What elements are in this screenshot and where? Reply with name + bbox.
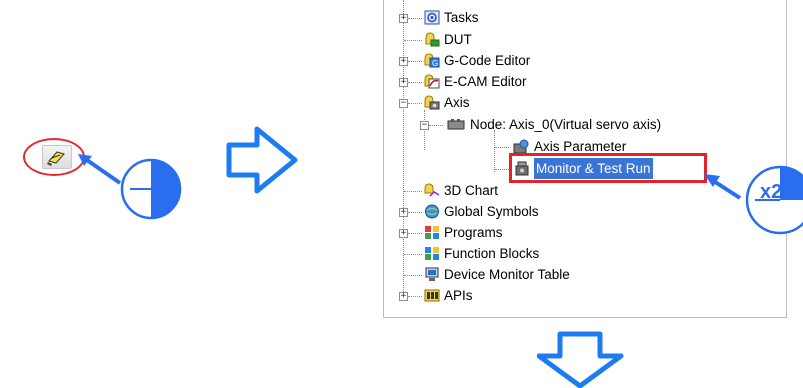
3d-chart-icon bbox=[424, 183, 440, 197]
tree-item-e-cam-editor[interactable]: + E-CAM Editor bbox=[384, 71, 784, 92]
collapse-toggle[interactable]: − bbox=[399, 99, 408, 108]
tree-item-label: APIs bbox=[444, 288, 473, 303]
axis-parameter-icon bbox=[513, 139, 529, 154]
ecam-editor-icon bbox=[424, 74, 440, 89]
tree-item-tasks[interactable]: + Tasks bbox=[384, 7, 784, 28]
tree-item-g-code-editor[interactable]: + G G-Code Editor bbox=[384, 50, 784, 71]
collapse-toggle[interactable]: − bbox=[420, 121, 429, 130]
tree-item-label: 3D Chart bbox=[444, 183, 499, 198]
tree-item-dut[interactable]: DUT bbox=[384, 29, 784, 50]
highlight-rectangle bbox=[509, 153, 707, 183]
tree-item-label: G-Code Editor bbox=[444, 53, 531, 68]
tree-item-node[interactable]: − Node: Axis_0(Virtual servo axis) bbox=[384, 114, 784, 135]
double-click-label: x2 bbox=[760, 181, 782, 203]
tasks-icon bbox=[424, 10, 440, 25]
right-arrow-icon bbox=[226, 126, 298, 194]
tree-item-apis[interactable]: + APIs bbox=[384, 285, 784, 306]
tree-item-label: Device Monitor Table bbox=[444, 267, 570, 282]
expand-toggle[interactable]: + bbox=[399, 229, 408, 238]
tree-item-label: Node: Axis_0(Virtual servo axis) bbox=[470, 117, 662, 132]
function-blocks-icon bbox=[425, 247, 439, 260]
tree-item-label: Tasks bbox=[444, 10, 479, 25]
node-icon bbox=[447, 119, 465, 130]
programs-icon bbox=[425, 226, 439, 239]
tree-item-axis[interactable]: − Axis bbox=[384, 92, 784, 113]
down-arrow-icon bbox=[537, 331, 624, 388]
expand-toggle[interactable]: + bbox=[399, 208, 408, 217]
tree-item-device-monitor-table[interactable]: Device Monitor Table bbox=[384, 264, 784, 285]
tree-item-label: E-CAM Editor bbox=[444, 74, 527, 89]
axis-icon bbox=[424, 95, 440, 110]
device-monitor-table-icon bbox=[425, 267, 439, 281]
tree-item-label: DUT bbox=[444, 32, 472, 47]
tree-item-label: Axis bbox=[444, 95, 470, 110]
expand-toggle[interactable]: + bbox=[399, 57, 408, 66]
apis-icon bbox=[424, 289, 440, 302]
expand-toggle[interactable]: + bbox=[399, 78, 408, 87]
global-symbols-icon bbox=[425, 204, 439, 219]
tree-item-label: Global Symbols bbox=[444, 204, 539, 219]
dut-icon bbox=[425, 32, 440, 47]
svg-text:G: G bbox=[432, 59, 438, 68]
double-click-indicator: x2 bbox=[704, 165, 803, 235]
click-indicator bbox=[78, 154, 182, 220]
gcode-editor-icon: G bbox=[424, 53, 440, 68]
expand-toggle[interactable]: + bbox=[399, 292, 408, 301]
expand-toggle[interactable]: + bbox=[399, 14, 408, 23]
tree-item-label: Programs bbox=[444, 225, 503, 240]
tree-item-label: Function Blocks bbox=[444, 246, 540, 261]
